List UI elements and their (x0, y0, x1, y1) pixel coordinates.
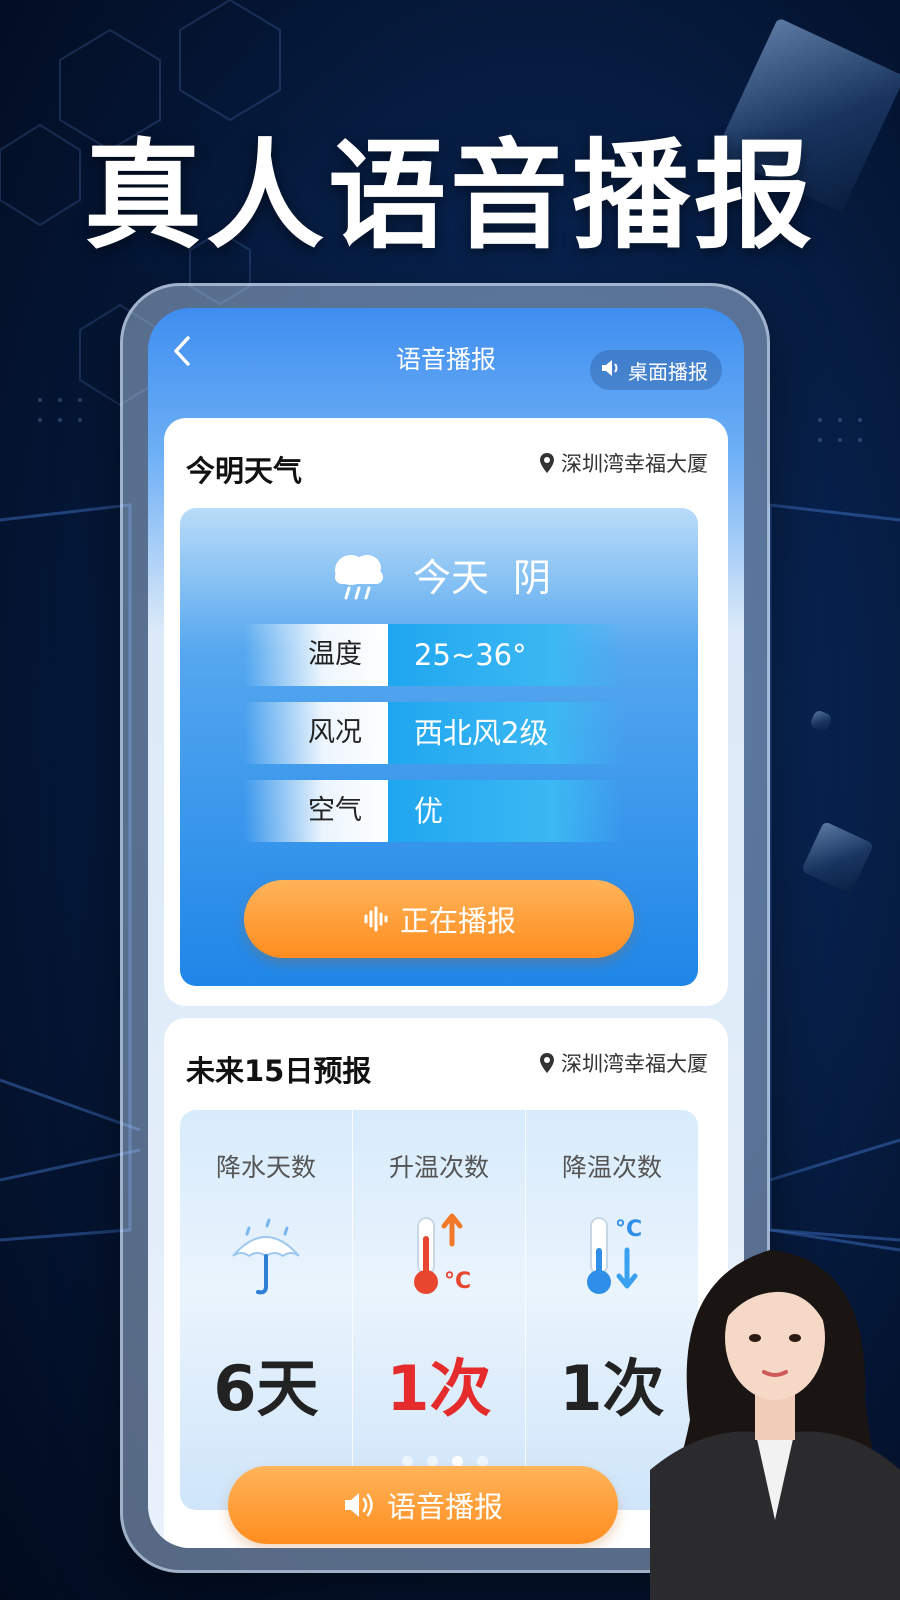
voice-broadcast-label: 语音播报 (386, 1490, 503, 1524)
desktop-broadcast-button[interactable]: 桌面播报 (590, 350, 722, 390)
location-label: 深圳湾幸福大厦 (561, 452, 708, 476)
sound-wave-icon (364, 906, 388, 932)
row-label: 空气 (244, 780, 388, 842)
today-card-heading: 今明天气 (186, 454, 303, 488)
stat-label: 降水天数 (215, 1153, 316, 1182)
row-value: 25~36° (388, 624, 624, 686)
forecast-card-heading: 未来15日预报 (186, 1054, 372, 1088)
air-quality-row: 空气 优 (244, 780, 624, 842)
today-weather-panel: 今天 阴 温度 25~36° 风况 西北风2级 空气 优 正在播报 (180, 508, 698, 986)
forecast-card: 未来15日预报 深圳湾幸福大厦 降水天数 6天 升温次数 °C 1次 降温次数 … (164, 1018, 728, 1548)
location-pin-icon (540, 453, 554, 473)
today-day-label: 今天 (412, 555, 489, 600)
row-value: 优 (388, 780, 624, 842)
nav-bar: 语音播报 桌面播报 (148, 308, 744, 403)
today-condition-label: 阴 (513, 555, 552, 600)
location-label: 深圳湾幸福大厦 (561, 1052, 708, 1076)
presenter-avatar (650, 1250, 900, 1600)
speaker-icon (600, 357, 622, 384)
stat-label: 降温次数 (561, 1153, 662, 1182)
speaker-icon (344, 1493, 373, 1517)
wind-row: 风况 西北风2级 (244, 702, 624, 764)
location-pin-icon (540, 1053, 554, 1073)
row-value: 西北风2级 (388, 702, 624, 764)
location[interactable]: 深圳湾幸福大厦 (539, 1048, 708, 1078)
now-broadcasting-button[interactable]: 正在播报 (244, 880, 634, 958)
row-label: 风况 (244, 702, 388, 764)
stat-value: 1次 (386, 1352, 492, 1425)
forecast-stats: 降水天数 6天 升温次数 °C 1次 降温次数 °C 1次 (180, 1110, 698, 1510)
stat-label: 升温次数 (388, 1153, 489, 1182)
row-label: 温度 (244, 624, 388, 686)
desktop-broadcast-label: 桌面播报 (628, 359, 708, 384)
weather-detail-rows: 温度 25~36° 风况 西北风2级 空气 优 (244, 624, 624, 858)
svg-text:°C: °C (444, 1269, 471, 1294)
stat-value: 6天 (213, 1352, 319, 1425)
umbrella-icon (232, 1218, 300, 1295)
today-condition: 今天 阴 (180, 546, 698, 602)
location[interactable]: 深圳湾幸福大厦 (539, 448, 708, 478)
voice-broadcast-button[interactable]: 语音播报 (228, 1466, 618, 1544)
today-weather-card: 今明天气 深圳湾幸福大厦 今天 阴 温度 25~36° 风况 西北风2级 空气 … (164, 418, 728, 1006)
svg-text:°C: °C (615, 1217, 642, 1242)
warming-count-stat: 升温次数 °C 1次 (353, 1110, 526, 1510)
cloud-rain-icon (334, 555, 383, 600)
promo-headline: 真人语音播报 (83, 127, 816, 265)
thermometer-up-icon: °C (414, 1213, 471, 1294)
now-broadcasting-label: 正在播报 (399, 904, 516, 938)
temperature-row: 温度 25~36° (244, 624, 624, 686)
thermometer-down-icon: °C (587, 1217, 642, 1294)
rain-days-stat: 降水天数 6天 (180, 1110, 353, 1510)
